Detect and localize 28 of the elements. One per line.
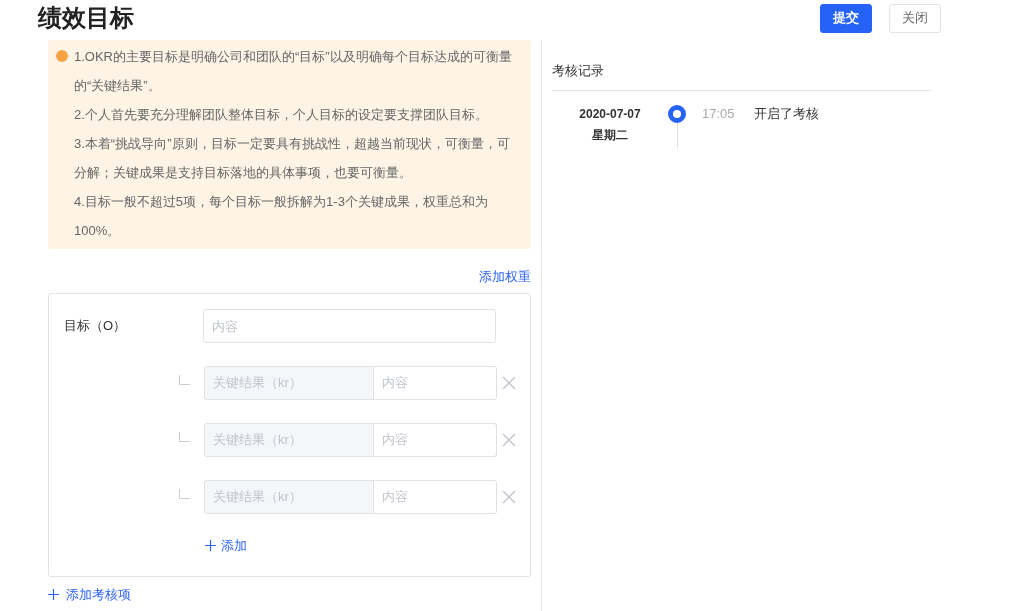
record-weekday: 星期二 (592, 127, 628, 144)
tree-corner-icon (179, 432, 190, 442)
notice-text: 1.OKR的主要目标是明确公司和团队的“目标”以及明确每个目标达成的可衡量的“关键结果”。 (74, 48, 513, 95)
page-title: 绩效目标 (38, 3, 134, 33)
record-date: 2020-07-07 (579, 106, 641, 123)
close-button[interactable]: 关闭 (889, 3, 941, 33)
close-icon[interactable] (502, 433, 516, 447)
close-icon[interactable] (502, 490, 516, 504)
record-text: 开启了考核 (753, 105, 819, 123)
add-button[interactable]: 添加 (205, 536, 247, 556)
record-time: 17:05 (702, 105, 735, 123)
tree-corner-icon (179, 489, 190, 499)
add-item-link[interactable]: 添加考核项 (48, 585, 531, 605)
key-result-input[interactable]: 内容 (374, 423, 497, 457)
submit-button[interactable]: 提交 (820, 3, 872, 33)
notice-text: 2.个人首先要充分理解团队整体目标，个人目标的设定要支撑团队目标。 (74, 106, 489, 124)
objective-input[interactable]: 内容 (203, 309, 496, 343)
close-icon[interactable] (502, 376, 516, 390)
notice-text: 3.本着“挑战导向”原则，目标一定要具有挑战性，超越当前现状，可衡量，可分解；关键成果是支持目标落地的具体事项，也要可衡量。 (74, 135, 511, 182)
objective-label: 目标（O） (64, 317, 128, 336)
add-weight-link[interactable]: 添加权重 (479, 269, 531, 285)
notice-text: 4.目标一般不超过5项，每个目标一般拆解为1-3个关键成果，权重总和为100%。 (74, 193, 489, 240)
plus-icon (48, 589, 59, 601)
tree-corner-icon (179, 375, 190, 385)
record-title: 考核记录 (552, 63, 605, 79)
key-result-input[interactable]: 内容 (374, 480, 497, 514)
plus-icon (205, 540, 216, 552)
key-result-input[interactable]: 内容 (374, 366, 497, 400)
